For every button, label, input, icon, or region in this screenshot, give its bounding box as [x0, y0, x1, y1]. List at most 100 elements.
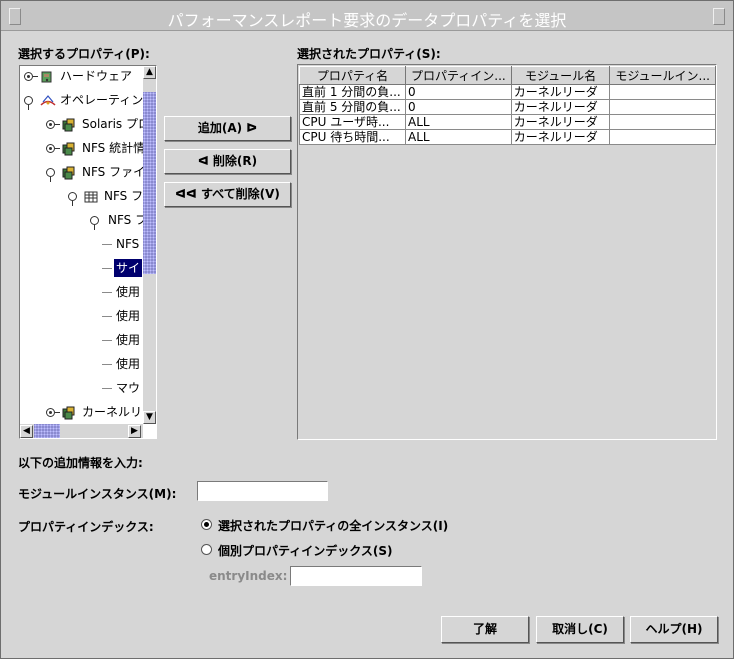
all-instances-radio-label[interactable]: 選択されたプロパティの全インスタンス(I) — [218, 517, 448, 534]
title-bar[interactable]: パフォーマンスレポート要求のデータプロパティを選択 — [1, 1, 733, 31]
tree-node[interactable]: NFS フ — [20, 187, 143, 206]
column-header[interactable]: モジュールイン... — [609, 66, 716, 85]
tree-node[interactable]: 使用 — [20, 307, 143, 325]
tree-node-label: NFS — [116, 237, 140, 251]
property-tree-viewport[interactable]: ハードウェアオペレーティン Solaris プロ NFS 統計情 NFS ファイ NFS… — [20, 66, 143, 424]
table-cell: ALL — [405, 114, 512, 130]
all-instances-radio[interactable] — [201, 519, 212, 530]
expanded-node-icon[interactable] — [24, 96, 33, 110]
table-cell: 直前 1 分間の負... — [299, 84, 406, 100]
table-row[interactable]: 直前 5 分間の負... 0 カーネルリーダ — [299, 99, 716, 115]
cancel-button[interactable]: 取消し(C) — [536, 616, 624, 643]
table-cell — [609, 99, 716, 115]
remove-button[interactable]: ᐊ 削除(R) — [164, 149, 291, 174]
expanded-node-icon[interactable] — [46, 168, 55, 182]
tree-horizontal-scroll-thumb[interactable] — [34, 424, 60, 438]
expanded-node-icon[interactable] — [68, 192, 77, 206]
module-icon — [62, 166, 75, 180]
table-cell — [609, 84, 716, 100]
tree-node[interactable]: NFS ファイ — [20, 163, 143, 182]
property-tree[interactable]: ハードウェアオペレーティン Solaris プロ NFS 統計情 NFS ファイ NFS… — [19, 65, 157, 439]
ok-button[interactable]: 了解 — [441, 616, 529, 643]
tree-node[interactable]: NFS フ — [20, 211, 143, 230]
tree-node-label: 使用 — [116, 309, 141, 323]
selected-properties-table[interactable]: プロパティ名 プロパティイン... モジュール名 モジュールイン... 直前 1 分間… — [297, 64, 717, 440]
window-title: パフォーマンスレポート要求のデータプロパティを選択 — [167, 11, 567, 30]
table-cell: カーネルリーダ — [510, 129, 611, 145]
tree-vertical-scrollbar[interactable]: ▲ ▼ — [143, 66, 156, 424]
add-button[interactable]: 追加(A) ᐅ — [164, 116, 291, 141]
tree-node-label: NFS ファイ — [82, 165, 143, 179]
collapsed-node-icon[interactable] — [46, 408, 60, 417]
tree-node-label: サイ — [114, 259, 143, 277]
tree-node[interactable]: マウ — [20, 379, 143, 397]
tree-node-label: NFS フ — [104, 189, 143, 203]
tree-connector — [102, 340, 112, 341]
selected-properties-label: 選択されたプロパティ(S): — [297, 47, 441, 61]
tree-connector — [102, 364, 112, 365]
column-header[interactable]: モジュール名 — [510, 66, 611, 85]
tree-node-label: NFS フ — [108, 213, 143, 227]
tree-node[interactable]: 使用 — [20, 283, 143, 301]
scroll-down-icon[interactable]: ▼ — [143, 411, 156, 424]
tree-node-label: NFS 統計情 — [82, 141, 143, 155]
individual-index-radio-label[interactable]: 個別プロパティインデックス(S) — [218, 542, 393, 559]
collapsed-node-icon[interactable] — [46, 144, 60, 153]
collapsed-node-icon[interactable] — [24, 72, 38, 81]
table-cell — [609, 114, 716, 130]
tree-node-label: カーネルリ — [82, 405, 143, 419]
table-cell: 直前 5 分間の負... — [299, 99, 406, 115]
tree-vertical-scroll-thumb[interactable] — [143, 92, 156, 274]
tree-node-label: 使用 — [116, 357, 141, 371]
tree-node[interactable]: ハードウェア — [20, 67, 143, 85]
collapsed-node-icon[interactable] — [46, 120, 60, 129]
table-cell: CPU 待ち時間... — [299, 129, 406, 145]
module-icon — [62, 142, 75, 156]
table-row[interactable]: 直前 1 分間の負... 0 カーネルリーダ — [299, 84, 716, 100]
table-row[interactable]: CPU 待ち時間... ALL カーネルリーダ — [299, 129, 716, 145]
tree-node[interactable]: 使用 — [20, 331, 143, 349]
tree-node[interactable]: NFS 統計情 — [20, 139, 143, 157]
tree-node-label: オペレーティン — [60, 93, 143, 107]
selected-properties-grid: プロパティ名 プロパティイン... モジュール名 モジュールイン... 直前 1 分間… — [299, 66, 716, 145]
tree-node[interactable]: NFS — [20, 235, 143, 253]
individual-index-radio[interactable] — [201, 544, 212, 555]
tree-node[interactable]: カーネルリ — [20, 403, 143, 421]
remove-all-button[interactable]: ᐊᐊ すべて削除(V) — [164, 182, 291, 207]
window-close-button[interactable] — [713, 8, 725, 25]
module-instance-input[interactable] — [197, 481, 328, 501]
tree-horizontal-scrollbar[interactable]: ◀ ▶ — [20, 424, 143, 438]
module-icon — [62, 118, 75, 132]
tree-node[interactable]: Solaris プロ — [20, 115, 143, 133]
tree-connector — [102, 268, 112, 269]
expanded-node-icon[interactable] — [90, 216, 99, 230]
property-index-label: プロパティインデックス: — [18, 520, 154, 534]
table-row[interactable]: CPU ユーザ時... ALL カーネルリーダ — [299, 114, 716, 130]
table-cell: CPU ユーザ時... — [299, 114, 406, 130]
scroll-right-icon[interactable]: ▶ — [128, 425, 141, 438]
column-header[interactable]: プロパティ名 — [299, 66, 406, 85]
additional-info-heading: 以下の追加情報を入力: — [18, 456, 143, 470]
table-cell: 0 — [405, 84, 512, 100]
module-icon — [62, 406, 75, 420]
hardware-icon — [40, 70, 52, 83]
entry-index-input[interactable] — [290, 566, 422, 586]
table-cell: カーネルリーダ — [510, 84, 611, 100]
tree-node-label: Solaris プロ — [82, 117, 143, 131]
dialog-window: パフォーマンスレポート要求のデータプロパティを選択 選択するプロパティ(P): … — [0, 0, 734, 659]
solaris-icon — [40, 94, 56, 106]
tree-node[interactable]: サイ — [20, 259, 143, 277]
tree-node-label: 使用 — [116, 285, 141, 299]
tree-connector — [102, 388, 112, 389]
tree-node[interactable]: オペレーティン — [20, 91, 143, 110]
table-cell: カーネルリーダ — [510, 99, 611, 115]
properties-to-select-label: 選択するプロパティ(P): — [18, 47, 150, 61]
help-button[interactable]: ヘルプ(H) — [630, 616, 718, 643]
scroll-left-icon[interactable]: ◀ — [20, 425, 33, 438]
tree-connector — [102, 244, 112, 245]
tree-node[interactable]: 使用 — [20, 355, 143, 373]
table-icon — [84, 190, 98, 203]
module-instance-label: モジュールインスタンス(M): — [18, 487, 177, 501]
scroll-up-icon[interactable]: ▲ — [143, 66, 156, 79]
column-header[interactable]: プロパティイン... — [405, 66, 512, 85]
